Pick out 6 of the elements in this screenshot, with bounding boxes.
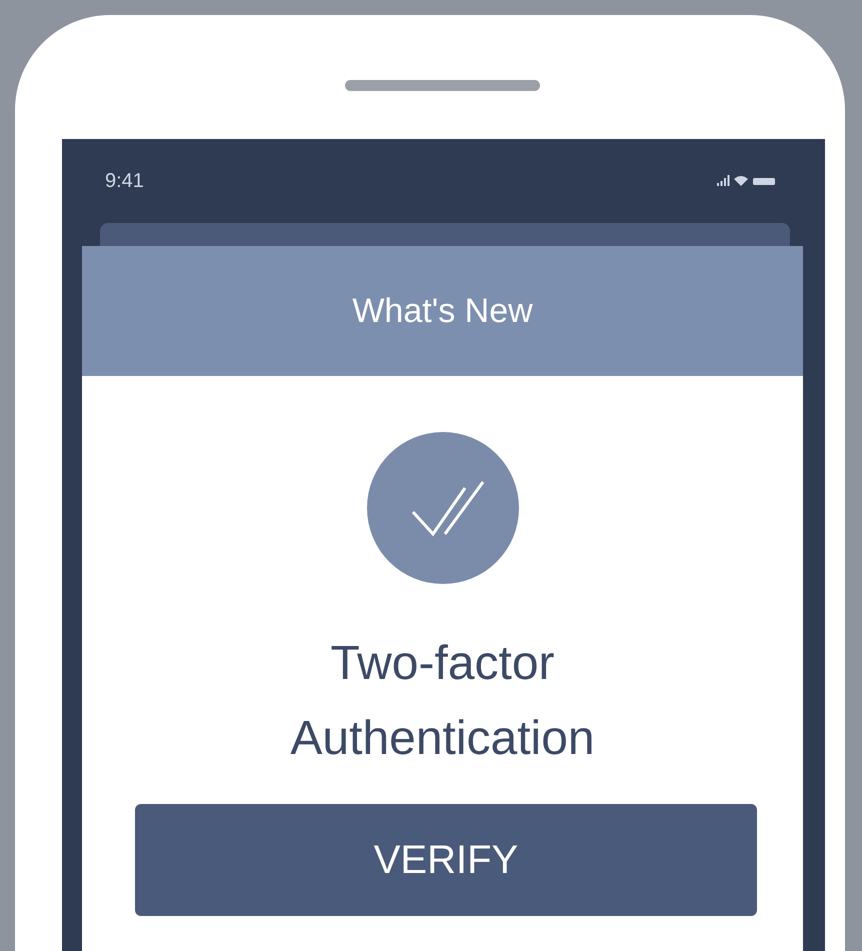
status-time: 9:41 xyxy=(105,170,144,192)
feature-title: Two-factor Authentication xyxy=(289,636,596,767)
verify-button[interactable]: VERIFY xyxy=(135,804,757,916)
dialog-header: What's New xyxy=(82,246,803,376)
status-icons xyxy=(717,173,777,189)
double-check-icon xyxy=(366,432,518,584)
